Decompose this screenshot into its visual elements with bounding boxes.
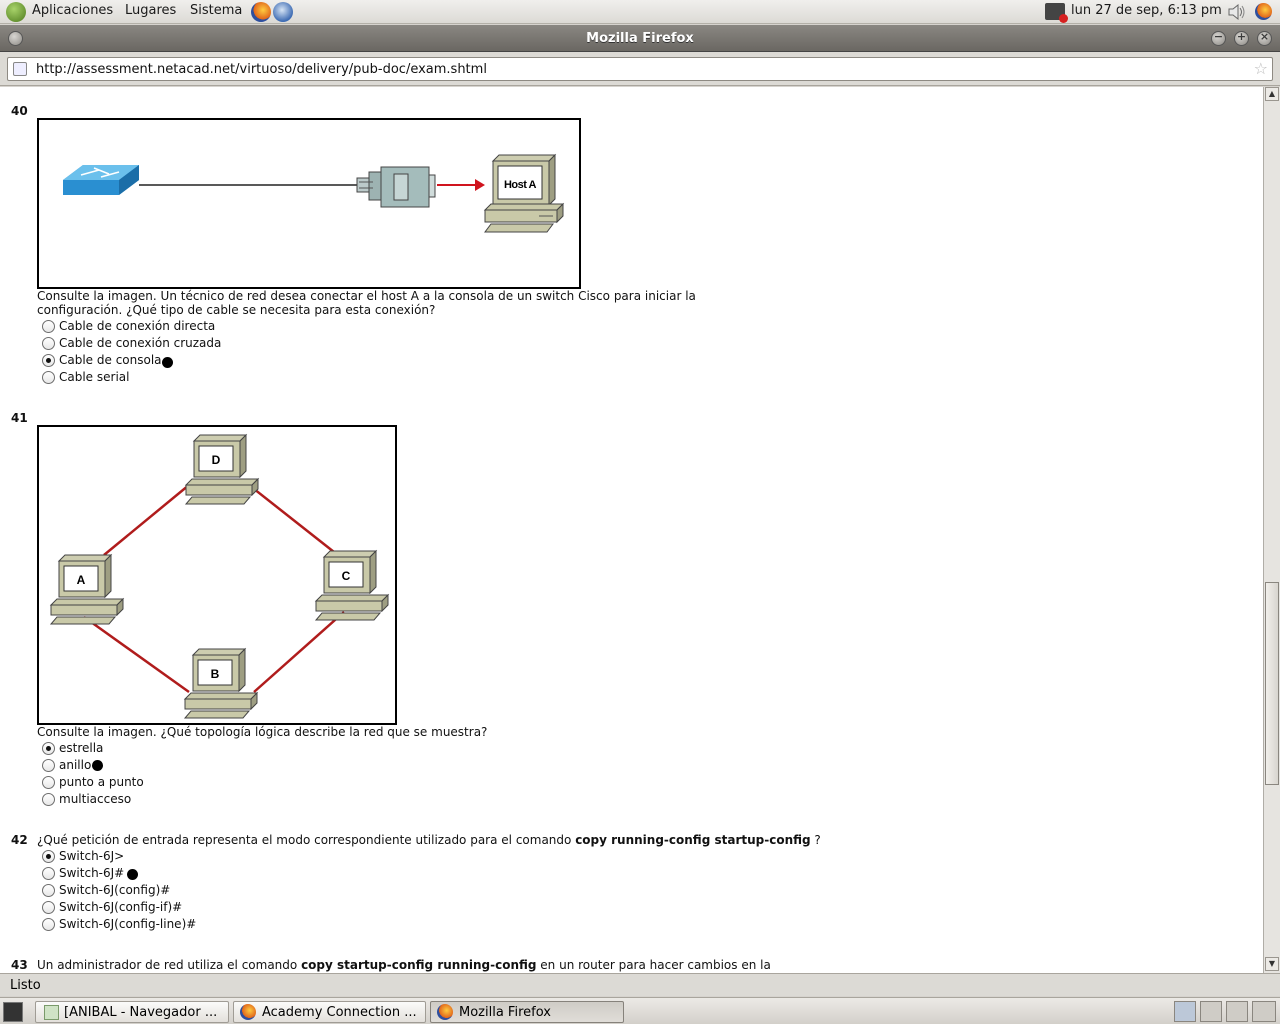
- question-number: 41: [11, 411, 28, 425]
- task-button-active[interactable]: Mozilla Firefox: [430, 1001, 624, 1023]
- question-number: 40: [11, 104, 28, 118]
- radio-button[interactable]: [42, 759, 55, 772]
- question-text-pre: Un administrador de red utiliza el coman…: [37, 958, 302, 972]
- radio-button[interactable]: [42, 337, 55, 350]
- command-text: copy running-config startup-config: [575, 833, 811, 847]
- computer-a-label: A: [77, 573, 86, 587]
- vertical-scrollbar[interactable]: ▲ ▼: [1263, 87, 1280, 973]
- status-text: Listo: [10, 978, 41, 993]
- radio-button[interactable]: [42, 918, 55, 931]
- workspace-switcher-4[interactable]: [1252, 1001, 1276, 1022]
- site-identity-icon[interactable]: [13, 62, 27, 76]
- option-label: anillo: [59, 758, 92, 772]
- scrollbar-thumb[interactable]: [1265, 582, 1279, 785]
- radio-button[interactable]: [42, 320, 55, 333]
- option-label: Cable de conexión directa: [59, 319, 216, 333]
- menu-sistema[interactable]: Sistema: [190, 3, 242, 18]
- bookmark-star-icon[interactable]: ☆: [1254, 59, 1268, 78]
- radio-button[interactable]: [42, 371, 55, 384]
- task-label: [ANIBAL - Navegador ...: [64, 1005, 218, 1020]
- menu-aplicaciones[interactable]: Aplicaciones: [32, 3, 113, 18]
- option-label: Switch-6J>: [59, 849, 125, 863]
- radio-button[interactable]: [42, 901, 55, 914]
- radio-button[interactable]: [42, 776, 55, 789]
- menu-lugares[interactable]: Lugares: [125, 3, 176, 18]
- computer-c-label: C: [342, 569, 351, 583]
- question-number: 43: [11, 958, 28, 972]
- correct-answer-marker: [92, 760, 103, 771]
- radio-button-selected[interactable]: [42, 850, 55, 863]
- option-label: Cable de conexión cruzada: [59, 336, 222, 350]
- option-label: Cable de consola: [59, 353, 162, 367]
- workspace-switcher-2[interactable]: [1200, 1001, 1222, 1022]
- question-text: Consulte la imagen. Un técnico de red de…: [37, 289, 696, 317]
- question-text: ¿Qué petición de entrada representa el m…: [37, 833, 821, 847]
- option-label: multiacceso: [59, 792, 132, 806]
- close-button[interactable]: ×: [1257, 30, 1272, 46]
- status-bar: Listo: [0, 973, 1280, 996]
- radio-button[interactable]: [42, 884, 55, 897]
- question-text-post: ?: [810, 833, 821, 847]
- radio-button[interactable]: [42, 793, 55, 806]
- question-number: 42: [11, 833, 28, 847]
- show-desktop-icon[interactable]: [3, 1002, 23, 1022]
- task-button[interactable]: [ANIBAL - Navegador ...: [35, 1001, 229, 1023]
- clock[interactable]: lun 27 de sep, 6:13 pm: [1071, 3, 1222, 18]
- workspace-switcher-3[interactable]: [1226, 1001, 1248, 1022]
- maximize-button[interactable]: +: [1234, 30, 1249, 46]
- option-label: Switch-6J(config-line)#: [59, 917, 197, 931]
- bottom-taskbar: [ANIBAL - Navegador ... Academy Connecti…: [0, 997, 1280, 1024]
- exhibit-41: D A C B: [37, 425, 397, 725]
- top-panel: Aplicaciones Lugares Sistema lun 27 de s…: [0, 0, 1280, 24]
- volume-icon[interactable]: [1227, 4, 1247, 20]
- task-button[interactable]: Academy Connection ...: [233, 1001, 426, 1023]
- correct-answer-marker: [162, 357, 173, 368]
- exhibit-40: Host A: [37, 118, 581, 289]
- command-text: copy startup-config running-config: [301, 958, 537, 972]
- scroll-down-arrow-icon[interactable]: ▼: [1265, 957, 1279, 971]
- option-label: Switch-6J#: [59, 866, 125, 880]
- task-label: Academy Connection ...: [262, 1005, 417, 1020]
- radio-button-selected[interactable]: [42, 354, 55, 367]
- computer-d-label: D: [212, 453, 221, 467]
- gnome-foot-icon[interactable]: [6, 2, 26, 22]
- window-titlebar[interactable]: Mozilla Firefox − + ×: [0, 25, 1280, 52]
- window-title: Mozilla Firefox: [586, 31, 694, 46]
- task-label: Mozilla Firefox: [459, 1005, 551, 1020]
- computer-b-label: B: [211, 667, 220, 681]
- option-label: Cable serial: [59, 370, 130, 384]
- file-browser-icon: [44, 1005, 59, 1020]
- question-text-pre: ¿Qué petición de entrada representa el m…: [37, 833, 576, 847]
- url-bar[interactable]: http://assessment.netacad.net/virtuoso/d…: [7, 57, 1273, 81]
- scroll-up-arrow-icon[interactable]: ▲: [1265, 87, 1279, 101]
- correct-answer-marker: [127, 869, 138, 880]
- printer-icon[interactable]: [1045, 3, 1068, 23]
- navigation-toolbar: http://assessment.netacad.net/virtuoso/d…: [0, 52, 1280, 86]
- question-text: Un administrador de red utiliza el coman…: [37, 958, 771, 972]
- switch-host-diagram: Host A: [63, 153, 565, 233]
- option-label: estrella: [59, 741, 104, 755]
- option-label: punto a punto: [59, 775, 144, 789]
- firefox-icon: [437, 1004, 453, 1020]
- page-content: 40 Host A Consulte la imagen. Un técnico…: [0, 87, 1263, 973]
- radio-button-selected[interactable]: [42, 742, 55, 755]
- ring-topology-diagram: D A C B: [49, 433, 390, 719]
- firefox-launcher-icon[interactable]: [251, 2, 271, 22]
- mail-launcher-icon[interactable]: [273, 2, 293, 22]
- host-a-label: Host A: [504, 179, 537, 191]
- url-text[interactable]: http://assessment.netacad.net/virtuoso/d…: [36, 62, 487, 77]
- option-label: Switch-6J(config-if)#: [59, 900, 183, 914]
- firefox-panel-icon[interactable]: [1255, 3, 1272, 20]
- workspace-switcher-1[interactable]: [1174, 1001, 1196, 1022]
- question-text-post: en un router para hacer cambios en la: [536, 958, 771, 972]
- minimize-button[interactable]: −: [1211, 30, 1226, 46]
- firefox-icon: [240, 1004, 256, 1020]
- question-text: Consulte la imagen. ¿Qué topología lógic…: [37, 725, 488, 739]
- radio-button[interactable]: [42, 867, 55, 880]
- option-label: Switch-6J(config)#: [59, 883, 171, 897]
